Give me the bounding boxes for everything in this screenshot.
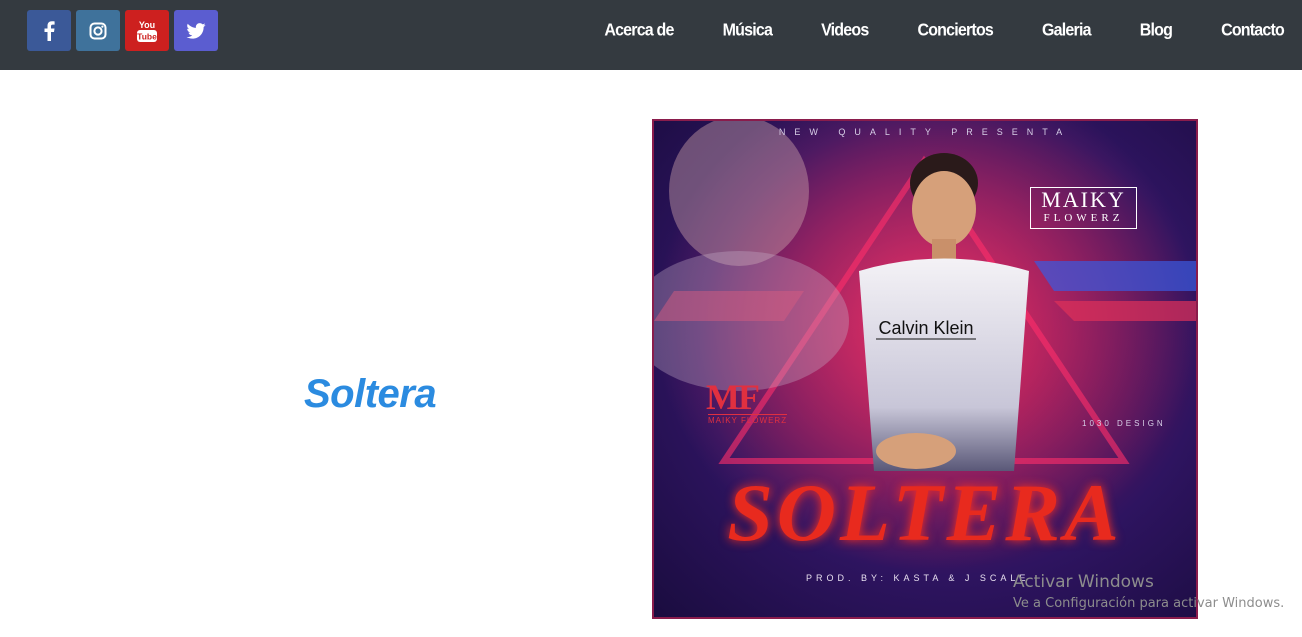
instagram-button[interactable] [76, 10, 120, 51]
main-nav: Acerca de Música Videos Conciertos Galer… [555, 0, 1284, 62]
youtube-icon: You Tube [136, 19, 158, 43]
twitter-icon [186, 22, 206, 39]
cover-brand-line2: FLOWERZ [1043, 212, 1124, 224]
nav-galeria[interactable]: Galeria [1042, 21, 1091, 41]
nav-blog[interactable]: Blog [1140, 21, 1173, 41]
cover-design-credit: 1030 DESIGN [1082, 419, 1166, 428]
nav-contacto[interactable]: Contacto [1221, 21, 1285, 41]
facebook-icon [43, 20, 55, 41]
cover-mf-logo: MF [706, 377, 760, 417]
twitter-button[interactable] [174, 10, 218, 51]
youtube-icon-text-bottom: Tube [137, 31, 157, 41]
instagram-icon [89, 22, 107, 40]
youtube-icon-text-top: You [139, 20, 155, 30]
nav-acerca-de[interactable]: Acerca de [604, 21, 674, 41]
cover-mf-subtitle: MAIKY FLOWERZ [708, 414, 788, 425]
cover-brand-line1: MAIKY [1041, 187, 1126, 212]
facebook-button[interactable] [27, 10, 71, 51]
cover-brand-logo: MAIKY FLOWERZ [1030, 187, 1137, 229]
nav-videos[interactable]: Videos [821, 21, 869, 41]
nav-musica[interactable]: Música [723, 21, 773, 41]
top-navbar: You Tube Acerca de Música Videos Concier… [0, 0, 1302, 70]
social-links: You Tube [27, 10, 218, 51]
cover-top-text: NEW QUALITY PRESENTA [778, 127, 1072, 137]
cover-title: SOLTERA [727, 467, 1123, 558]
cover-shirt-text: Calvin Klein [878, 318, 973, 338]
song-title: Soltera [304, 372, 437, 416]
nav-conciertos[interactable]: Conciertos [917, 21, 993, 41]
album-cover-image: Calvin Klein NEW QUALITY PRESENTA MAIKY … [652, 119, 1198, 619]
youtube-button[interactable]: You Tube [125, 10, 169, 51]
cover-producer-credit: PROD. BY: KASTA & J SCALE [806, 573, 1030, 583]
